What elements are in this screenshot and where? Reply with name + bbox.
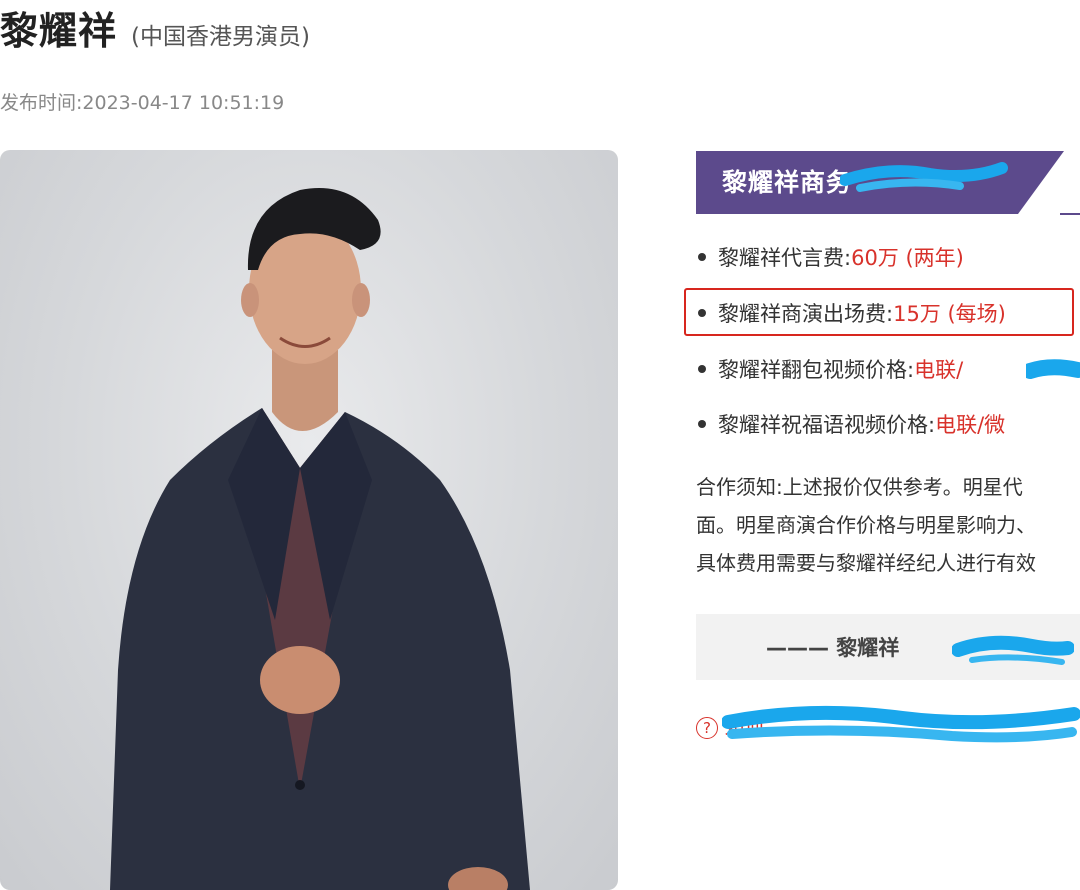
price-item-value: 电联/微 (935, 413, 1006, 437)
page-title: 黎耀祥 (0, 9, 118, 53)
banner-underline (1060, 213, 1080, 215)
publish-label: 发布时间: (0, 92, 83, 114)
notice-line: 合作须知:上述报价仅供参考。明星代 (696, 475, 1023, 499)
redaction-scribble (952, 635, 1074, 665)
redaction-scribble (1026, 359, 1080, 379)
price-item: 黎耀祥代言费: 60万 (两年) (696, 232, 964, 282)
price-item-value: 电联/ (914, 358, 964, 382)
price-banner-title: 黎耀祥商务 (722, 168, 853, 197)
price-item-label: 黎耀祥代言费: (718, 246, 852, 270)
section-header-title: ——— 黎耀祥 (766, 636, 900, 660)
publish-value: 2023-04-17 10:51:19 (82, 92, 285, 114)
redaction-scribble (840, 162, 1008, 192)
cooperation-notice: 合作须知:上述报价仅供参考。明星代 面。明星商演合作价格与明星影响力、 具体费用… (696, 468, 1080, 582)
price-item: 黎耀祥翻包视频价格: 电联/ (696, 344, 963, 394)
price-item: 黎耀祥祝福语视频价格: 电联/微 (696, 399, 1005, 449)
notice-line: 具体费用需要与黎耀祥经纪人进行有效 (696, 551, 1036, 575)
price-item-label: 黎耀祥翻包视频价格: (718, 358, 915, 382)
price-item-label: 黎耀祥祝福语视频价格: (718, 413, 936, 437)
notice-line: 面。明星商演合作价格与明星影响力、 (696, 513, 1036, 537)
publish-time: 发布时间:2023-04-17 10:51:19 (0, 88, 284, 115)
bullet-icon (698, 365, 706, 373)
page-title-row: 黎耀祥 (中国香港男演员) (0, 0, 310, 53)
bullet-icon (698, 253, 706, 261)
redaction-scribble (722, 705, 1080, 743)
bullet-icon (698, 420, 706, 428)
page-subtitle: (中国香港男演员) (131, 24, 310, 50)
highlight-box (684, 288, 1074, 336)
actor-photo (0, 150, 618, 890)
price-item-value: 60万 (两年) (851, 246, 964, 270)
question-icon: ? (696, 717, 718, 739)
